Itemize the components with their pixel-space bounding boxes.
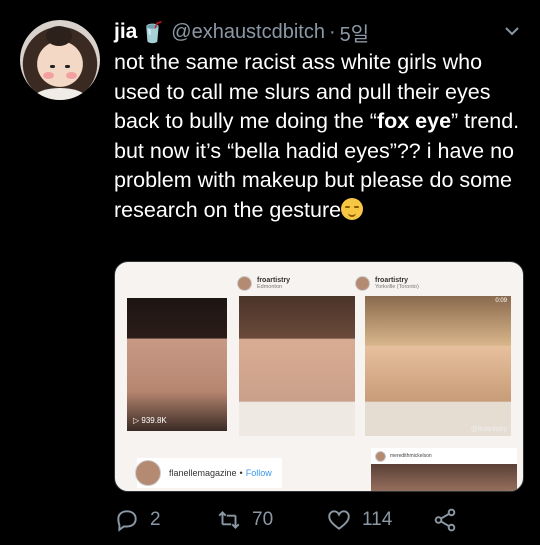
author-name[interactable]: jia — [114, 20, 137, 44]
reply-count: 2 — [150, 509, 161, 530]
post-user: froartistry — [375, 276, 409, 284]
heart-icon — [328, 510, 350, 530]
video-time: 0:09 — [495, 298, 507, 304]
avatar-cheek — [66, 72, 77, 79]
reply-button[interactable]: 2 — [114, 505, 161, 535]
post-header-right: froartistry Yorkville (Toronto) — [355, 270, 505, 296]
mini-avatar — [237, 275, 252, 291]
brand-follow: Follow — [245, 468, 272, 478]
mini-avatar — [375, 450, 386, 462]
avatar-shirt — [34, 88, 86, 100]
tweet-actions: 2 70 114 — [114, 505, 514, 535]
post-location: Edmonton — [257, 283, 283, 290]
brand-name: flanellemagazine — [169, 468, 237, 478]
post-user: froartistry — [257, 276, 291, 284]
brand-tag: flanellemagazine • Follow — [135, 458, 282, 488]
brand-avatar — [135, 460, 161, 486]
photo-right: 0:09 @froartistry — [365, 296, 511, 436]
avatar-eye — [50, 65, 55, 68]
post-user: meredithmickelson — [390, 453, 432, 459]
post-header-mid: froartistry Edmonton — [237, 270, 347, 296]
reply-icon — [117, 510, 137, 532]
like-count: 114 — [362, 509, 393, 530]
brand-separator: • — [239, 468, 243, 478]
separator-dot: · — [329, 20, 336, 43]
post-location: Yorkville (Toronto) — [375, 283, 419, 290]
chevron-down-icon[interactable] — [502, 21, 522, 41]
avatar[interactable] — [20, 20, 100, 100]
view-count: ▷ 939.8K — [133, 416, 167, 425]
avatar-cheek — [43, 72, 54, 79]
mini-avatar — [355, 275, 370, 291]
tweet-media-image[interactable]: ▷ 939.8K froartistry Edmonton froartistry… — [114, 261, 524, 492]
retweet-count: 70 — [252, 509, 274, 530]
tweet-text: not the same racist ass white girls who … — [114, 48, 526, 225]
author-handle[interactable]: @exhaustcdbitch — [171, 21, 325, 44]
avatar-eye — [65, 65, 70, 68]
share-button[interactable] — [432, 505, 468, 535]
like-button[interactable]: 114 — [326, 505, 392, 535]
photo-bottom-right — [371, 464, 517, 491]
retweet-button[interactable]: 70 — [216, 505, 273, 535]
retweet-icon — [218, 511, 240, 529]
share-icon — [434, 508, 456, 532]
photo-left: ▷ 939.8K — [127, 298, 227, 431]
avatar-hair-bun — [46, 26, 72, 46]
tweet-time[interactable]: 5일 — [340, 18, 370, 47]
tweet-header: jia 🥤 @exhaustcdbitch · 5일 — [114, 17, 526, 47]
tweet-text-bold: fox eye — [376, 109, 452, 133]
drink-emoji-icon: 🥤 — [140, 21, 166, 44]
post-header-bottom-right: meredithmickelson — [371, 448, 517, 464]
photo-mid — [239, 296, 355, 436]
watermark: @froartistry — [470, 426, 507, 433]
relieved-face-emoji-icon — [341, 197, 364, 220]
